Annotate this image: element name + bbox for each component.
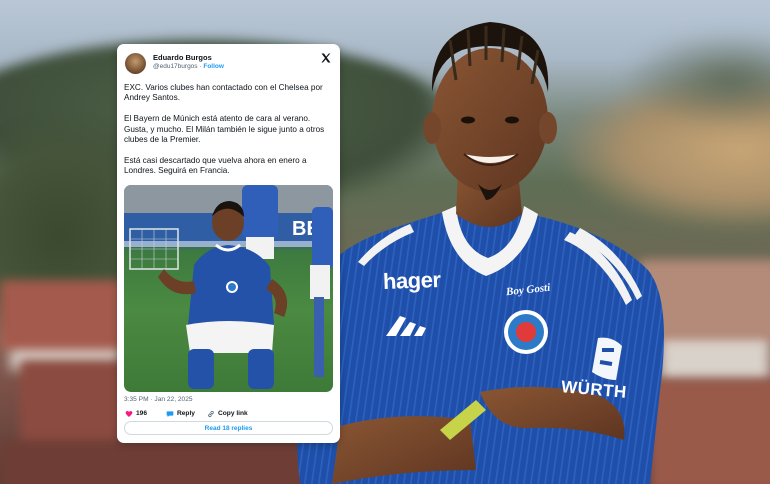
copy-link-button[interactable]: Copy link	[207, 410, 248, 418]
tweet-text: EXC. Varios clubes han contactado con el…	[124, 83, 325, 176]
media-illustration: BE	[124, 184, 333, 389]
tweet-card[interactable]: Eduardo Burgos @edu17burgos · Follow EXC…	[117, 44, 340, 443]
x-logo-icon[interactable]	[320, 52, 332, 64]
follow-button[interactable]: Follow	[203, 63, 224, 70]
read-replies-button[interactable]: Read 18 replies	[124, 421, 333, 435]
reply-bubble-icon	[166, 410, 174, 417]
tweet-header: Eduardo Burgos @edu17burgos · Follow	[124, 50, 333, 76]
rooftop	[0, 280, 130, 350]
like-count: 196	[136, 410, 148, 418]
tweet-actions: 196 Reply Copy link	[124, 410, 333, 422]
tweet-timestamp[interactable]: 3:35 PM · Jan 22, 2025	[124, 396, 333, 403]
rooftop	[0, 440, 320, 484]
reply-button[interactable]: Reply	[166, 410, 195, 418]
avatar[interactable]	[125, 53, 146, 74]
author-name[interactable]: Eduardo Burgos	[153, 53, 212, 62]
shirt-sponsor-text: hager	[382, 267, 441, 294]
reply-label: Reply	[177, 410, 195, 418]
player-photo: hager Boy Gosti WÜRTH	[280, 0, 680, 484]
copy-link-label: Copy link	[218, 410, 248, 418]
tweet-media-photo[interactable]: BE	[124, 184, 333, 392]
link-icon	[208, 410, 214, 417]
heart-icon	[125, 410, 133, 417]
like-button[interactable]: 196	[125, 410, 147, 418]
author-handle-line: @edu17burgos · Follow	[153, 63, 224, 70]
player-illustration	[296, 22, 664, 484]
author-handle[interactable]: @edu17burgos	[153, 63, 198, 70]
